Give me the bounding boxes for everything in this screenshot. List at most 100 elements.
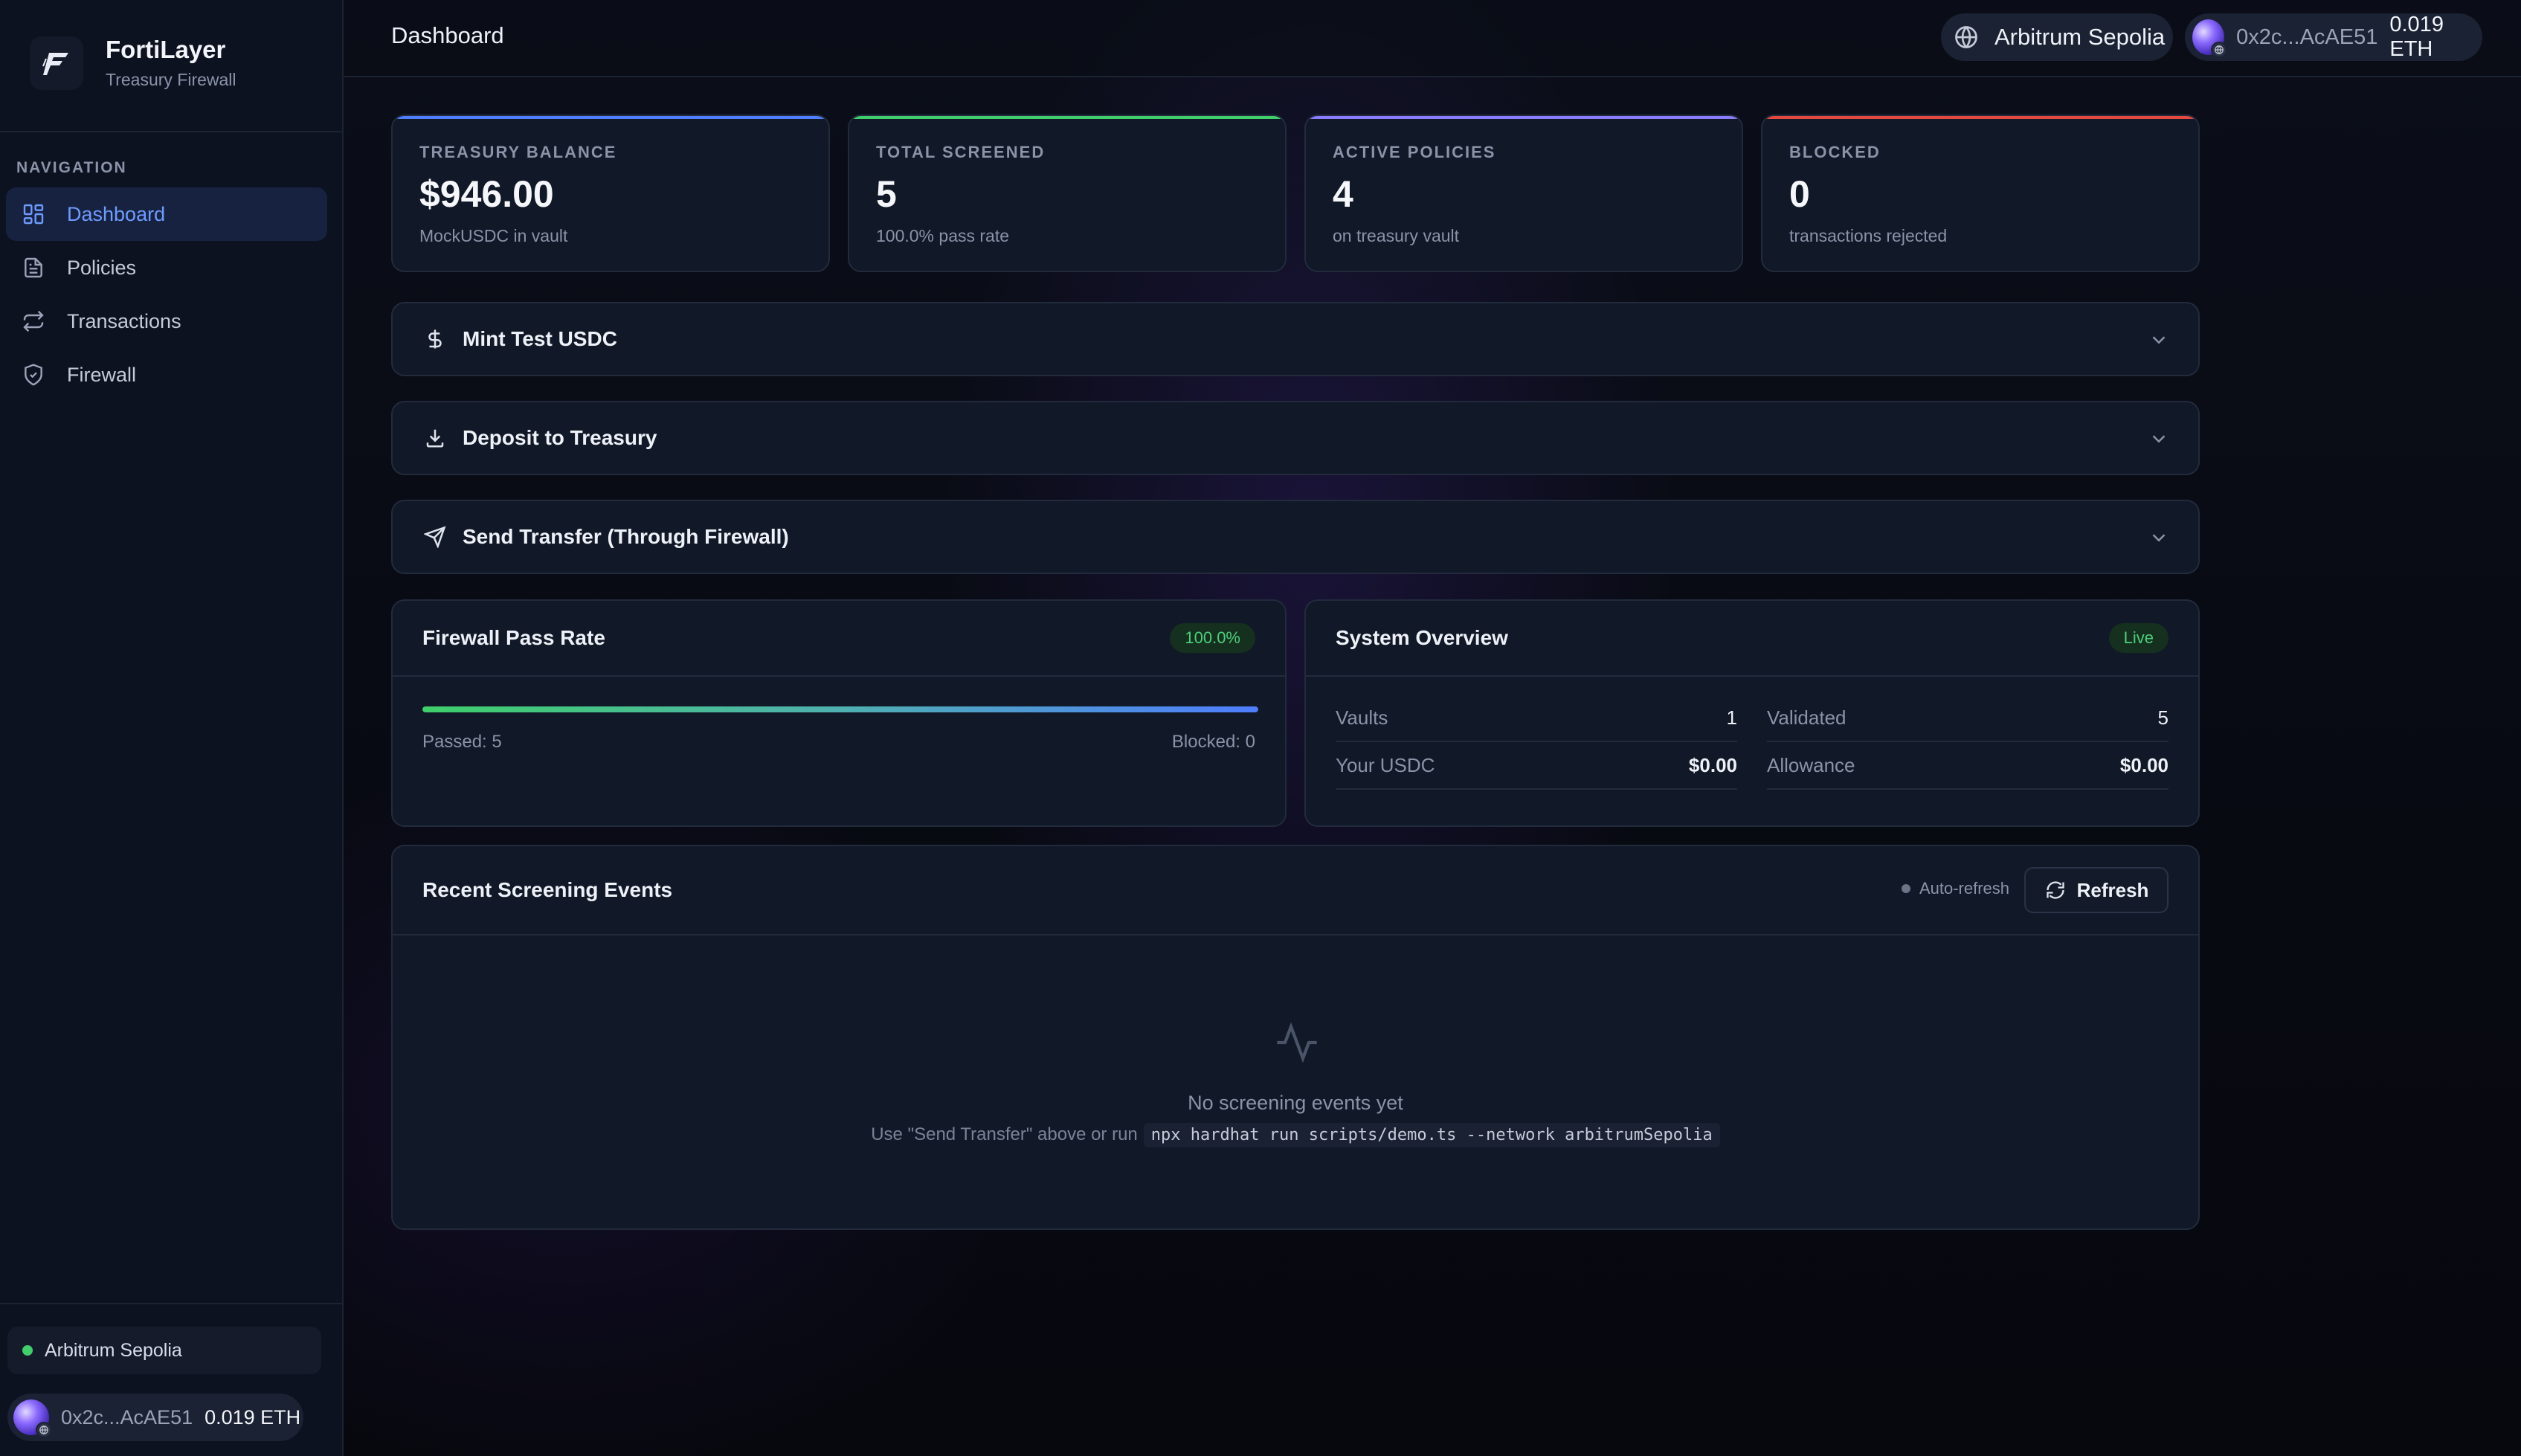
- overview-row-validated: Validated 5: [1767, 695, 2169, 742]
- overview-key: Allowance: [1767, 753, 1855, 776]
- pass-rate-progress-fill: [422, 706, 1258, 712]
- stat-accent-bar: [393, 116, 828, 119]
- mint-test-usdc-accordion[interactable]: Mint Test USDC: [391, 302, 2200, 376]
- chevron-down-icon[interactable]: [2148, 526, 2170, 549]
- overview-value: $0.00: [1688, 753, 1737, 776]
- brand[interactable]: FortiLayer Treasury Firewall: [30, 36, 236, 90]
- wallet-balance: 0.019 ETH: [2389, 13, 2444, 61]
- stat-card-blocked: BLOCKED 0 transactions rejected: [1761, 115, 2200, 272]
- sidebar-item-label: Transactions: [67, 309, 181, 332]
- stat-accent-bar: [1306, 116, 1742, 119]
- brand-subtitle: Treasury Firewall: [106, 70, 236, 89]
- wallet-address: 0x2c...AcAE51: [2236, 25, 2378, 49]
- card-header: Firewall Pass Rate 100.0%: [393, 601, 1285, 677]
- brand-name: FortiLayer: [106, 36, 226, 63]
- stat-sub: transactions rejected: [1789, 226, 1948, 245]
- nav-title: NAVIGATION: [16, 159, 127, 176]
- avatar: [13, 1399, 52, 1438]
- stat-sub: on treasury vault: [1333, 226, 1460, 245]
- overview-value: 5: [2157, 706, 2169, 729]
- status-dot-icon: [1901, 884, 1910, 893]
- stat-sub: MockUSDC in vault: [419, 226, 568, 245]
- main-content: TREASURY BALANCE $946.00 MockUSDC in vau…: [391, 115, 2200, 1230]
- blocked-count: Blocked: 0: [1171, 732, 1255, 752]
- nav-list: Dashboard Policies Transactions Firewall: [6, 187, 327, 402]
- network-name: Arbitrum Sepolia: [45, 1339, 182, 1361]
- refresh-icon: [2044, 879, 2067, 901]
- download-icon: [422, 425, 448, 451]
- stat-value: 4: [1333, 173, 1353, 215]
- empty-state-subtitle: Use "Send Transfer" above or run npx hard…: [393, 1123, 2198, 1147]
- divider: [0, 1303, 342, 1304]
- sidebar-item-transactions[interactable]: Transactions: [6, 294, 327, 348]
- stat-value: $946.00: [419, 173, 554, 215]
- overview-key: Validated: [1767, 706, 1847, 729]
- activity-icon: [1277, 1022, 1317, 1063]
- demo-command: npx hardhat run scripts/demo.ts --networ…: [1143, 1123, 1720, 1147]
- accordion-label: Deposit to Treasury: [463, 426, 657, 449]
- stats-row: TREASURY BALANCE $946.00 MockUSDC in vau…: [391, 115, 2200, 272]
- document-icon: [21, 255, 46, 280]
- card-header: Recent Screening Events Auto-refresh Ref…: [393, 846, 2198, 935]
- sidebar-item-label: Policies: [67, 256, 137, 279]
- sidebar-item-dashboard[interactable]: Dashboard: [6, 187, 327, 241]
- wallet-button[interactable]: 0x2c...AcAE51 0.019 ETH: [2185, 13, 2482, 61]
- accordion-label: Send Transfer (Through Firewall): [463, 525, 789, 548]
- connected-dot-icon: [22, 1345, 33, 1356]
- deposit-to-treasury-accordion[interactable]: Deposit to Treasury: [391, 401, 2200, 475]
- stat-label: TOTAL SCREENED: [876, 143, 1046, 161]
- chevron-down-icon[interactable]: [2148, 428, 2170, 450]
- globe-icon: [36, 1422, 52, 1438]
- avatar: [2192, 19, 2228, 58]
- network-status[interactable]: Arbitrum Sepolia: [7, 1327, 321, 1374]
- network-name: Arbitrum Sepolia: [1994, 24, 2166, 50]
- empty-state-hint: Use "Send Transfer" above or run: [871, 1124, 1138, 1144]
- top-bar: Dashboard Arbitrum Sepolia 0x2c...AcAE51…: [344, 0, 2521, 77]
- card-title: Recent Screening Events: [422, 878, 673, 901]
- refresh-button[interactable]: Refresh: [2024, 867, 2169, 913]
- overview-row-your-usdc: Your USDC $0.00: [1336, 742, 1737, 790]
- stat-card-active-policies: ACTIVE POLICIES 4 on treasury vault: [1304, 115, 1743, 272]
- send-icon: [422, 524, 448, 550]
- wallet-button[interactable]: 0x2c...AcAE51 0.019 ETH: [7, 1394, 303, 1441]
- globe-icon: [1951, 22, 1981, 52]
- stat-value: 0: [1789, 173, 1810, 215]
- auto-refresh-label: Auto-refresh: [1919, 879, 2009, 898]
- sidebar: FortiLayer Treasury Firewall NAVIGATION …: [0, 0, 344, 1456]
- card-title: System Overview: [1336, 626, 1508, 649]
- empty-state-title: No screening events yet: [1188, 1092, 1403, 1114]
- dollar-icon: [422, 326, 448, 352]
- stat-sub: 100.0% pass rate: [876, 226, 1010, 245]
- fortilayer-logo-icon: [30, 36, 83, 90]
- stat-label: BLOCKED: [1789, 143, 1881, 161]
- recent-screening-events-card: Recent Screening Events Auto-refresh Ref…: [391, 845, 2200, 1230]
- refresh-label: Refresh: [2076, 878, 2149, 901]
- pass-rate-progress: [422, 706, 1258, 712]
- stat-accent-bar: [849, 116, 1285, 119]
- stat-label: TREASURY BALANCE: [419, 143, 617, 161]
- sidebar-item-firewall[interactable]: Firewall: [6, 348, 327, 402]
- card-title: Firewall Pass Rate: [422, 626, 605, 649]
- stat-card-total-screened: TOTAL SCREENED 5 100.0% pass rate: [848, 115, 1287, 272]
- send-transfer-accordion[interactable]: Send Transfer (Through Firewall): [391, 500, 2200, 574]
- accordion-label: Mint Test USDC: [463, 327, 617, 350]
- live-badge: Live: [2108, 623, 2169, 653]
- overview-key: Your USDC: [1336, 753, 1435, 776]
- wallet-address: 0x2c...AcAE51: [61, 1405, 193, 1428]
- network-selector[interactable]: Arbitrum Sepolia: [1941, 13, 2173, 61]
- overview-value: 1: [1726, 706, 1737, 729]
- system-overview-card: System Overview Live Vaults 1 Validated …: [1304, 599, 2200, 827]
- stat-card-treasury-balance: TREASURY BALANCE $946.00 MockUSDC in vau…: [391, 115, 830, 272]
- pass-rate-badge: 100.0%: [1170, 623, 1255, 653]
- divider: [0, 131, 342, 132]
- chevron-down-icon[interactable]: [2148, 329, 2170, 351]
- overview-row-vaults: Vaults 1: [1336, 695, 1737, 742]
- passed-count: Passed: 5: [422, 732, 502, 752]
- auto-refresh-indicator: Auto-refresh: [1901, 879, 2009, 898]
- stat-value: 5: [876, 173, 897, 215]
- card-header: System Overview Live: [1306, 601, 2198, 677]
- sidebar-item-policies[interactable]: Policies: [6, 241, 327, 294]
- stat-label: ACTIVE POLICIES: [1333, 143, 1496, 161]
- firewall-pass-rate-card: Firewall Pass Rate 100.0% Passed: 5 Bloc…: [391, 599, 1287, 827]
- sidebar-item-label: Firewall: [67, 363, 137, 386]
